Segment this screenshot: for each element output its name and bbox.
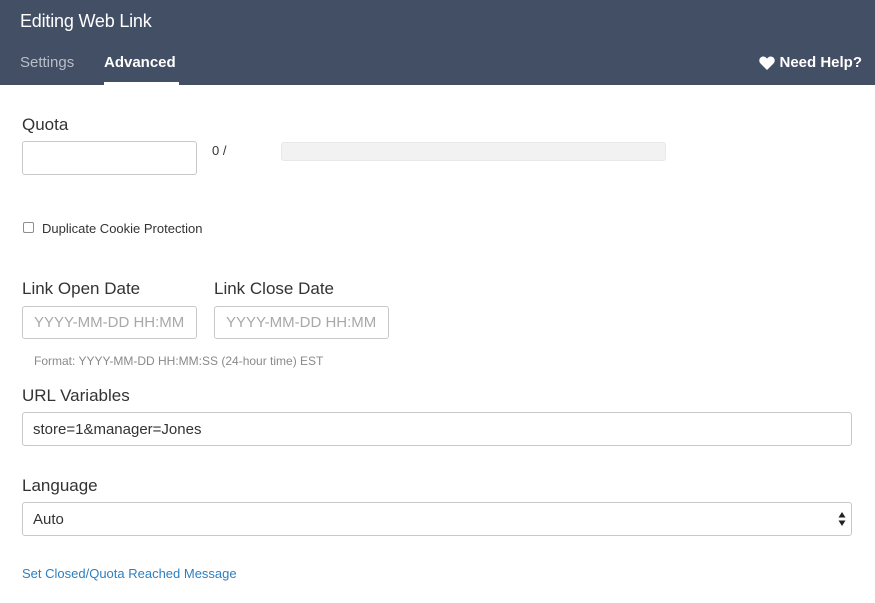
url-variables-label: URL Variables: [22, 386, 130, 405]
quota-progress-bar: [281, 142, 666, 161]
need-help-label: Need Help?: [779, 54, 862, 71]
quota-label: Quota: [22, 115, 69, 134]
heart-icon: [759, 56, 776, 70]
need-help-button[interactable]: Need Help?: [759, 54, 862, 71]
link-open-date-label: Link Open Date: [22, 279, 141, 298]
link-close-date-label: Link Close Date: [214, 279, 335, 298]
page-title: Editing Web Link: [20, 11, 152, 31]
select-arrows-icon: [838, 512, 846, 526]
duplicate-cookie-label: Duplicate Cookie Protection: [42, 221, 203, 236]
duplicate-cookie-checkbox[interactable]: [23, 222, 34, 233]
url-variables-input[interactable]: [22, 412, 852, 446]
tab-advanced[interactable]: Advanced: [104, 53, 179, 85]
set-closed-message-link[interactable]: Set Closed/Quota Reached Message: [22, 566, 237, 581]
link-open-date-input[interactable]: [22, 306, 197, 339]
quota-input[interactable]: [22, 141, 197, 175]
link-close-date-input[interactable]: [214, 306, 389, 339]
tab-settings[interactable]: Settings: [20, 53, 74, 85]
language-selected-value: Auto: [33, 511, 64, 528]
quota-count: 0 /: [212, 143, 227, 158]
language-select[interactable]: Auto: [22, 502, 852, 536]
date-format-hint: Format: YYYY-MM-DD HH:MM:SS (24-hour tim…: [34, 354, 324, 368]
header-bar: Editing Web Link Settings Advanced Need …: [0, 0, 875, 85]
language-label: Language: [22, 476, 98, 495]
